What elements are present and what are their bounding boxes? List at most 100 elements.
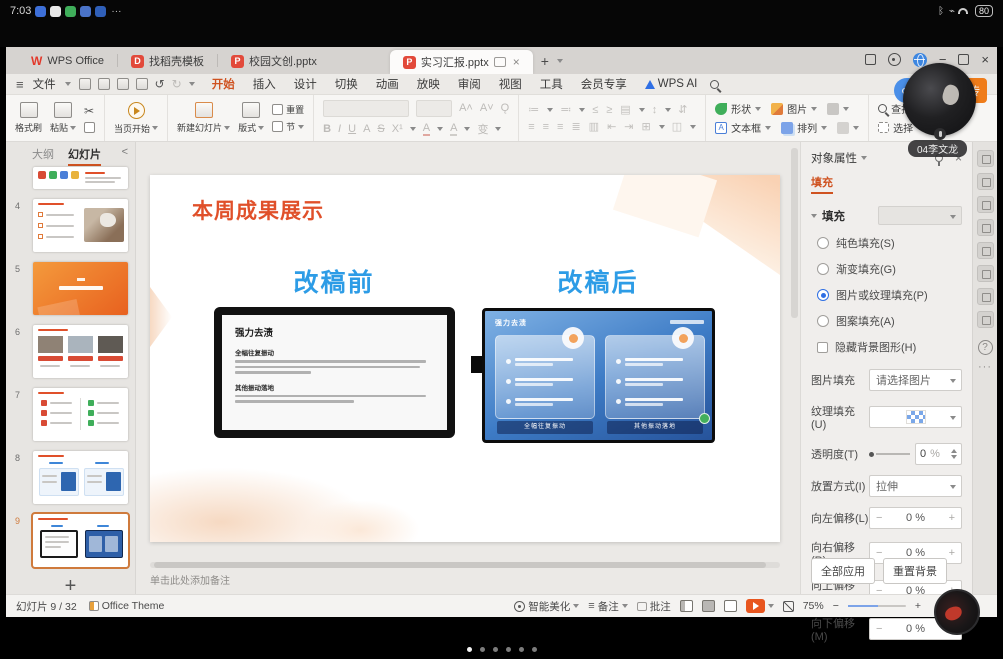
- strip-more-icon[interactable]: ···: [978, 361, 992, 373]
- slide-thumbnail-8[interactable]: 8: [6, 451, 129, 504]
- shrink-text-icon[interactable]: ⇤: [607, 120, 617, 133]
- new-tab-button[interactable]: +: [541, 53, 549, 69]
- font-family-select[interactable]: [323, 100, 409, 117]
- cut-icon[interactable]: ✂: [84, 104, 95, 118]
- collapse-panel-icon[interactable]: <: [122, 146, 128, 158]
- indent-icon[interactable]: ≥: [606, 104, 613, 116]
- webcam-bubble-top[interactable]: [903, 63, 976, 136]
- menu-animation[interactable]: 动画: [367, 76, 408, 92]
- menu-review[interactable]: 审阅: [449, 76, 490, 92]
- picture-fill-select[interactable]: 请选择图片: [869, 369, 962, 391]
- horizontal-scrollbar[interactable]: [150, 562, 780, 568]
- fill-preset-select[interactable]: [878, 206, 962, 225]
- columns-icon[interactable]: ▤: [620, 103, 631, 116]
- copy-icon[interactable]: [84, 122, 95, 133]
- notes-button[interactable]: ≡备注: [588, 599, 627, 614]
- chart-pane-icon[interactable]: [977, 265, 994, 282]
- preview-icon[interactable]: [117, 78, 129, 90]
- spinner-control[interactable]: [951, 449, 957, 459]
- comments-button[interactable]: 批注: [637, 599, 671, 614]
- layout-button[interactable]: 版式: [238, 102, 264, 134]
- shrink-font-icon[interactable]: A˅: [480, 102, 494, 114]
- menu-file[interactable]: 文件: [24, 76, 65, 92]
- tab-active-pptx[interactable]: P 实习汇报.pptx ×: [390, 50, 533, 74]
- print-icon[interactable]: [98, 78, 110, 90]
- layout-pane-icon[interactable]: [977, 311, 994, 328]
- animation-pane-icon[interactable]: [977, 173, 994, 190]
- highlight-caret-icon[interactable]: [464, 127, 470, 131]
- align-objects-caret-icon[interactable]: [659, 125, 665, 129]
- texture-fill-select[interactable]: [869, 406, 962, 428]
- align-left-icon[interactable]: ≡: [528, 121, 535, 133]
- strikethrough-button[interactable]: S: [377, 123, 384, 135]
- columns-caret-icon[interactable]: [639, 108, 645, 112]
- menu-tools[interactable]: 工具: [531, 76, 572, 92]
- rotate-icon[interactable]: ◫: [672, 120, 683, 133]
- radio-pattern-fill[interactable]: 图案填充(A): [811, 313, 962, 329]
- line-spacing-caret-icon[interactable]: [665, 108, 671, 112]
- fill-tab[interactable]: 填充: [811, 174, 833, 194]
- close-button[interactable]: ×: [981, 52, 989, 67]
- bullets-caret-icon[interactable]: [547, 108, 553, 112]
- text-effect-button[interactable]: 变: [477, 121, 488, 137]
- panel-title-caret-icon[interactable]: [861, 156, 867, 160]
- picture-button[interactable]: 图片: [771, 101, 817, 116]
- distribute-icon[interactable]: ▥: [589, 120, 600, 133]
- apply-all-button[interactable]: 全部应用: [811, 558, 875, 584]
- hamburger-icon[interactable]: ≡: [16, 77, 24, 92]
- cloud-icon[interactable]: [136, 78, 148, 90]
- grow-font-icon[interactable]: A˄: [459, 102, 473, 114]
- menu-transition[interactable]: 切换: [326, 76, 367, 92]
- template-pane-icon[interactable]: [977, 288, 994, 305]
- menu-view[interactable]: 视图: [490, 76, 531, 92]
- reset-background-button[interactable]: 重置背景: [883, 558, 947, 584]
- rotate-caret-icon[interactable]: [690, 125, 696, 129]
- media-button[interactable]: [827, 103, 849, 115]
- menu-design[interactable]: 设计: [285, 76, 326, 92]
- tab-close-icon[interactable]: ×: [513, 55, 520, 69]
- offset-left-stepper[interactable]: −0 %+: [869, 507, 962, 529]
- zoom-slider[interactable]: [848, 605, 906, 607]
- restore-button[interactable]: [958, 54, 969, 65]
- before-label[interactable]: 改稿前: [234, 263, 434, 299]
- service-wheel-icon[interactable]: [888, 53, 901, 66]
- slide-canvas[interactable]: 本周成果展示 改稿前 改稿后 强力去渍 全幅往复振动 其他振动落地: [150, 175, 780, 542]
- tab-slides[interactable]: 幻灯片: [68, 146, 101, 162]
- beautify-button[interactable]: 智能美化: [514, 599, 579, 614]
- char-spacing-button[interactable]: A: [363, 123, 370, 135]
- menu-wps-ai[interactable]: WPS AI: [636, 78, 707, 90]
- superscript-button[interactable]: X¹: [392, 123, 403, 135]
- align-right-icon[interactable]: ≡: [557, 121, 564, 133]
- zoom-out-button[interactable]: −: [833, 600, 839, 612]
- globe-icon[interactable]: [913, 53, 927, 67]
- zoom-in-button[interactable]: +: [915, 600, 921, 612]
- vertical-scrollbar[interactable]: [791, 148, 798, 318]
- tab-campus-pptx[interactable]: P 校园文创.pptx: [218, 48, 330, 74]
- grow-text-icon[interactable]: ⇥: [624, 120, 634, 133]
- slide-thumbnail-9-selected[interactable]: 9: [6, 514, 129, 567]
- paste-button[interactable]: 粘贴: [50, 102, 76, 134]
- fill-section-caret-icon[interactable]: [811, 214, 817, 218]
- arrange-button[interactable]: 排列: [781, 120, 827, 135]
- radio-solid-fill[interactable]: 纯色填充(S): [811, 235, 962, 251]
- notes-placeholder[interactable]: 单击此处添加备注: [150, 572, 230, 587]
- reset-button[interactable]: 重置: [272, 103, 304, 116]
- slide-title[interactable]: 本周成果展示: [192, 195, 324, 225]
- save-icon[interactable]: [79, 78, 91, 90]
- menu-home[interactable]: 开始: [203, 76, 244, 92]
- merge-button[interactable]: [837, 122, 859, 134]
- numbering-icon[interactable]: ≕: [560, 103, 572, 116]
- clipart-pane-icon[interactable]: [977, 242, 994, 259]
- tab-docer-template[interactable]: D 找稻壳模板: [118, 48, 217, 74]
- menu-insert[interactable]: 插入: [244, 76, 285, 92]
- play-from-current-button[interactable]: 当页开始: [114, 102, 158, 135]
- textbox-button[interactable]: A文本框: [715, 120, 771, 135]
- search-icon[interactable]: [710, 80, 719, 89]
- normal-view-button[interactable]: [680, 600, 693, 612]
- outdent-icon[interactable]: ≤: [592, 104, 599, 116]
- reading-view-button[interactable]: [724, 600, 737, 612]
- layout-mode-icon[interactable]: [865, 54, 876, 65]
- bold-button[interactable]: B: [323, 123, 331, 135]
- redo-icon[interactable]: ↻: [172, 77, 182, 91]
- align-center-icon[interactable]: ≡: [543, 121, 550, 133]
